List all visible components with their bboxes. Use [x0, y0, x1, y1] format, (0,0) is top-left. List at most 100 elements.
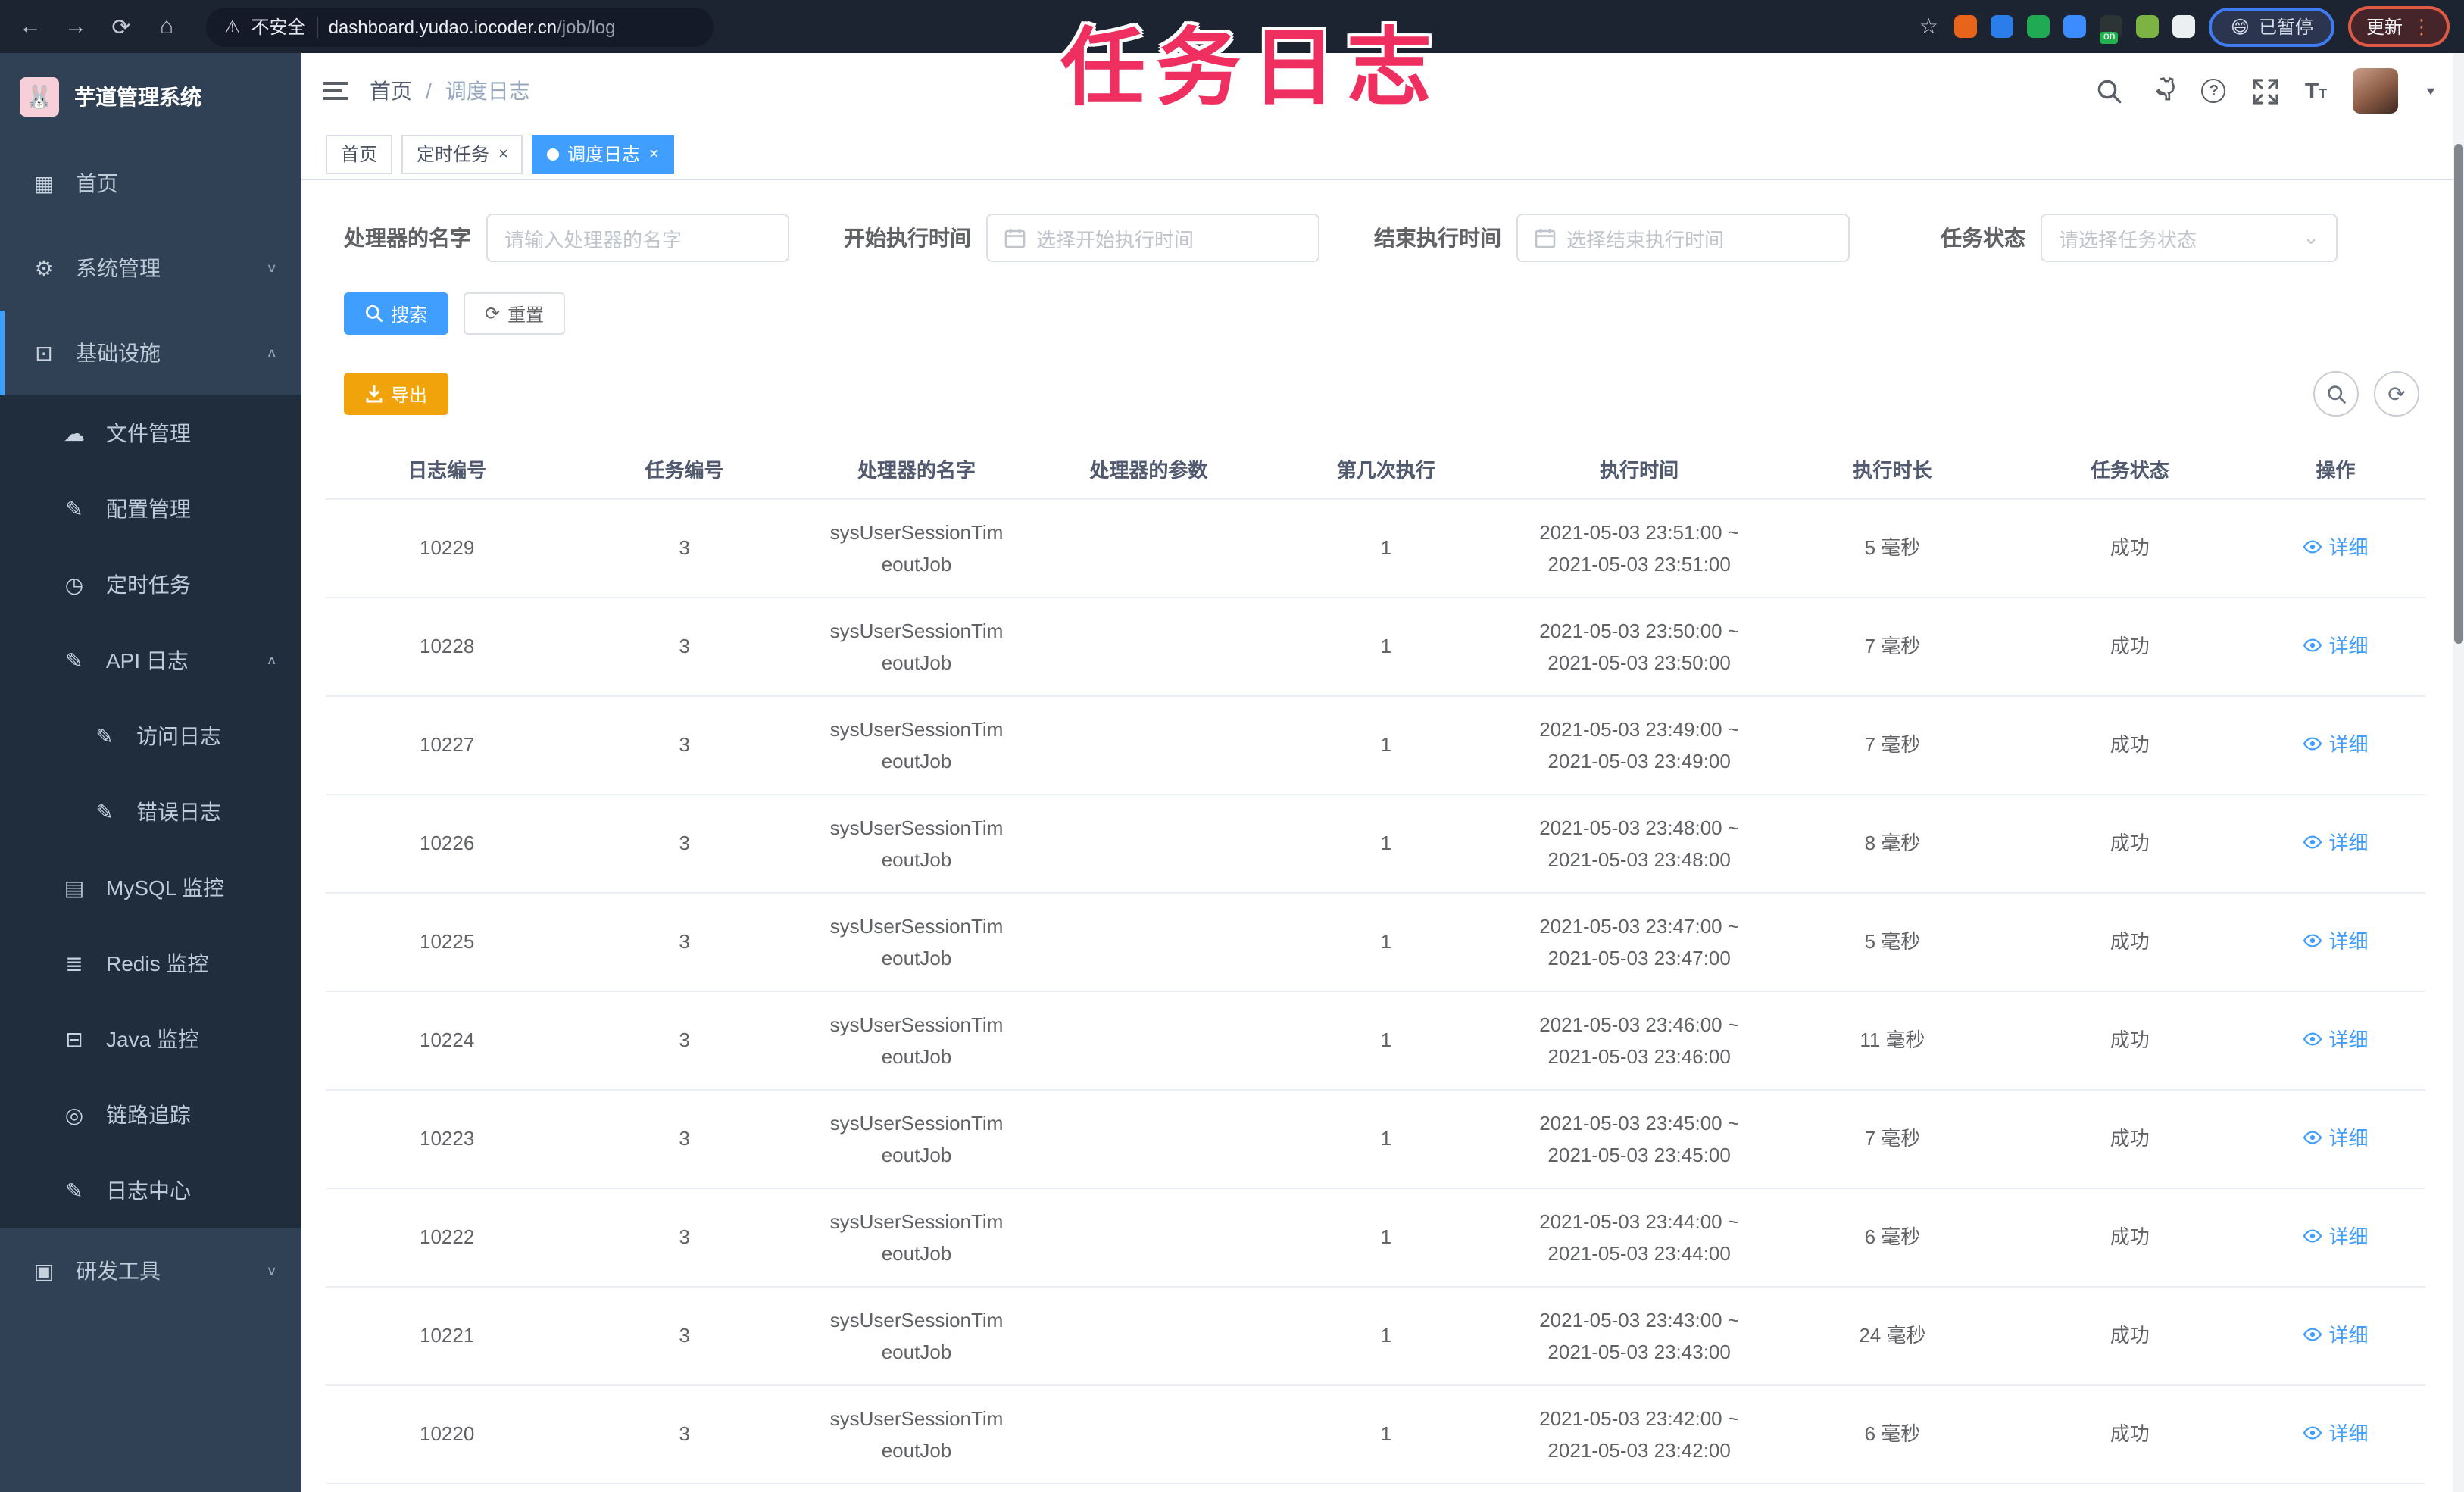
sidebar-collapse-icon[interactable]	[323, 82, 348, 100]
sidebar-item-基础设施[interactable]: ⊡ 基础设施 ∧	[0, 311, 301, 395]
address-bar[interactable]: ⚠ 不安全 dashboard.yudao.iocoder.cn/job/log	[206, 7, 714, 46]
sidebar-item-系统管理[interactable]: ⚙ 系统管理 ∨	[0, 226, 301, 311]
tab-调度日志[interactable]: 调度日志 ×	[532, 134, 674, 173]
user-avatar[interactable]	[2353, 68, 2399, 114]
fullscreen-icon[interactable]	[2252, 77, 2279, 105]
home-icon[interactable]: ⌂	[151, 14, 182, 39]
action-cell: 详细	[2246, 498, 2425, 598]
log-center-icon: ✎	[65, 1178, 83, 1202]
handler-name-input[interactable]: 请输入处理器的名字	[486, 214, 789, 262]
profile-chip[interactable]: 😄 已暂停	[2209, 7, 2334, 46]
sidebar-item-MySQL-监控[interactable]: ▤ MySQL 监控	[0, 850, 301, 925]
detail-link[interactable]: 详细	[2303, 630, 2369, 662]
sidebar-item-首页[interactable]: ▦ 首页	[0, 141, 301, 226]
dashboard-icon: ▦	[33, 170, 55, 195]
table-row: 10227 3 sysUserSessionTim eoutJob 1 2021-…	[326, 695, 2425, 794]
detail-link[interactable]: 详细	[2303, 532, 2369, 563]
task-id-cell: 3	[568, 1286, 801, 1385]
exec-time-cell: 2021-05-03 23:45:00 ~2021-05-03 23:45:00	[1507, 1089, 1772, 1188]
tab-首页[interactable]: 首页	[326, 134, 393, 173]
monitor-icon: ⊡	[35, 340, 53, 364]
handler-param-cell	[1032, 695, 1265, 794]
sidebar-item-日志中心[interactable]: ✎ 日志中心	[0, 1153, 301, 1228]
extension-blue-drop-icon[interactable]	[1991, 15, 2014, 38]
extension-green-circle-icon[interactable]	[2027, 15, 2050, 38]
scrollbar-thumb[interactable]	[2454, 144, 2463, 644]
detail-link[interactable]: 详细	[2303, 925, 2369, 957]
sidebar-item-错误日志[interactable]: ✎ 错误日志	[0, 774, 301, 850]
security-label[interactable]: 不安全	[251, 14, 306, 39]
extension-orange-ring-icon[interactable]	[1954, 15, 1978, 38]
sidebar-item-配置管理[interactable]: ✎ 配置管理	[0, 471, 301, 547]
start-time-picker[interactable]: 选择开始执行时间	[986, 214, 1319, 262]
exec-index-cell: 1	[1264, 695, 1507, 794]
refresh-table-icon[interactable]: ⟳	[2374, 371, 2419, 417]
reload-icon[interactable]: ⟳	[106, 13, 136, 40]
start-time-label: 开始执行时间	[844, 226, 971, 250]
tab-定时任务[interactable]: 定时任务 ×	[401, 134, 523, 173]
java-monitor-icon: ⊟	[65, 1026, 83, 1050]
extension-blue-grid-icon[interactable]	[2063, 15, 2087, 38]
forward-icon[interactable]: →	[61, 14, 91, 39]
help-icon[interactable]: ?	[2201, 79, 2226, 103]
toggle-search-icon[interactable]	[2313, 371, 2359, 417]
filter-form: 处理器的名字 请输入处理器的名字 开始执行时间 选择开始执行时间 结束执行时间 …	[344, 214, 2425, 262]
exec-time-cell: 2021-05-03 23:51:00 ~2021-05-03 23:51:00	[1507, 498, 1772, 598]
job-log-table: 日志编号 任务编号 处理器的名字 处理器的参数 第几次执行 执行时间 执行时长 任务状态 操作 …	[326, 441, 2425, 1484]
filter-handler-group: 处理器的名字 请输入处理器的名字	[344, 214, 789, 262]
exec-time-cell: 2021-05-03 23:44:00 ~2021-05-03 23:44:00	[1507, 1188, 1772, 1287]
bookmark-star-icon[interactable]: ☆	[1919, 14, 1938, 39]
detail-link[interactable]: 详细	[2303, 1418, 2369, 1450]
exec-index-cell: 1	[1264, 498, 1507, 598]
exec-time-cell: 2021-05-03 23:50:00 ~2021-05-03 23:50:00	[1507, 597, 1772, 696]
browser-update-button[interactable]: 更新 ⋮	[2347, 6, 2450, 47]
sidebar-item-API-日志[interactable]: ✎ API 日志 ∧	[0, 623, 301, 698]
sidebar-item-定时任务[interactable]: ◷ 定时任务	[0, 547, 301, 623]
sidebar-item-Java-监控[interactable]: ⊟ Java 监控	[0, 1001, 301, 1077]
sidebar-item-研发工具[interactable]: ▣ 研发工具 ∨	[0, 1228, 301, 1313]
calendar-icon	[1004, 227, 1026, 248]
close-icon[interactable]: ×	[649, 145, 659, 163]
handler-name-cell: sysUserSessionTim eoutJob	[800, 794, 1033, 893]
table-row: 10223 3 sysUserSessionTim eoutJob 1 2021-…	[326, 1089, 2425, 1188]
back-icon[interactable]: ←	[15, 14, 45, 39]
detail-link[interactable]: 详细	[2303, 1221, 2369, 1253]
handler-param-cell	[1032, 1384, 1265, 1484]
extension-green-leaf-icon[interactable]	[2136, 15, 2160, 38]
export-button[interactable]: 导出	[344, 373, 449, 415]
search-icon[interactable]	[2096, 77, 2123, 105]
breadcrumb-home[interactable]: 首页	[370, 76, 412, 106]
task-id-cell: 3	[568, 597, 801, 696]
detail-link[interactable]: 详细	[2303, 1122, 2369, 1154]
table-row: 10220 3 sysUserSessionTim eoutJob 1 2021-…	[326, 1384, 2425, 1484]
sidebar-item-链路追踪[interactable]: ◎ 链路追踪	[0, 1077, 301, 1153]
action-cell: 详细	[2246, 1188, 2425, 1287]
url-text[interactable]: dashboard.yudao.iocoder.cn/job/log	[329, 16, 616, 37]
user-menu-caret-icon[interactable]: ▼	[2424, 85, 2437, 97]
table-row: 10224 3 sysUserSessionTim eoutJob 1 2021-…	[326, 991, 2425, 1090]
task-status-select[interactable]: 请选择任务状态 ⌄	[2041, 214, 2338, 262]
sidebar-item-文件管理[interactable]: ☁ 文件管理	[0, 395, 301, 471]
reset-button[interactable]: ⟳ 重置	[464, 292, 566, 335]
page-scrollbar[interactable]	[2453, 53, 2464, 1492]
search-button[interactable]: 搜索	[344, 292, 449, 335]
extension-on-badge-icon[interactable]: on	[2100, 15, 2123, 44]
main-area: 首页 / 调度日志 ? TT ▼ 首页 定时任务 × 调度日志 × 处理器的名字…	[301, 53, 2464, 1492]
detail-link[interactable]: 详细	[2303, 729, 2369, 760]
sidebar-item-Redis-监控[interactable]: ≣ Redis 监控	[0, 925, 301, 1001]
extension-paw-icon[interactable]	[2172, 15, 2196, 38]
handler-param-cell	[1032, 991, 1265, 1090]
end-time-picker[interactable]: 选择结束执行时间	[1516, 214, 1850, 262]
status-cell: 成功	[2013, 1188, 2247, 1287]
detail-link[interactable]: 详细	[2303, 1319, 2369, 1351]
detail-link[interactable]: 详细	[2303, 1024, 2369, 1056]
browser-menu-icon[interactable]: ⋮	[2412, 14, 2431, 39]
sidebar-logo-row[interactable]: 🐰 芋道管理系统	[0, 53, 301, 141]
sidebar-item-访问日志[interactable]: ✎ 访问日志	[0, 698, 301, 774]
font-size-icon[interactable]: TT	[2305, 78, 2327, 104]
close-icon[interactable]: ×	[498, 145, 508, 163]
column-header: 处理器的参数	[1032, 441, 1265, 499]
duration-cell: 11 毫秒	[1771, 991, 2014, 1090]
detail-link[interactable]: 详细	[2303, 827, 2369, 859]
github-icon[interactable]	[2149, 77, 2176, 105]
